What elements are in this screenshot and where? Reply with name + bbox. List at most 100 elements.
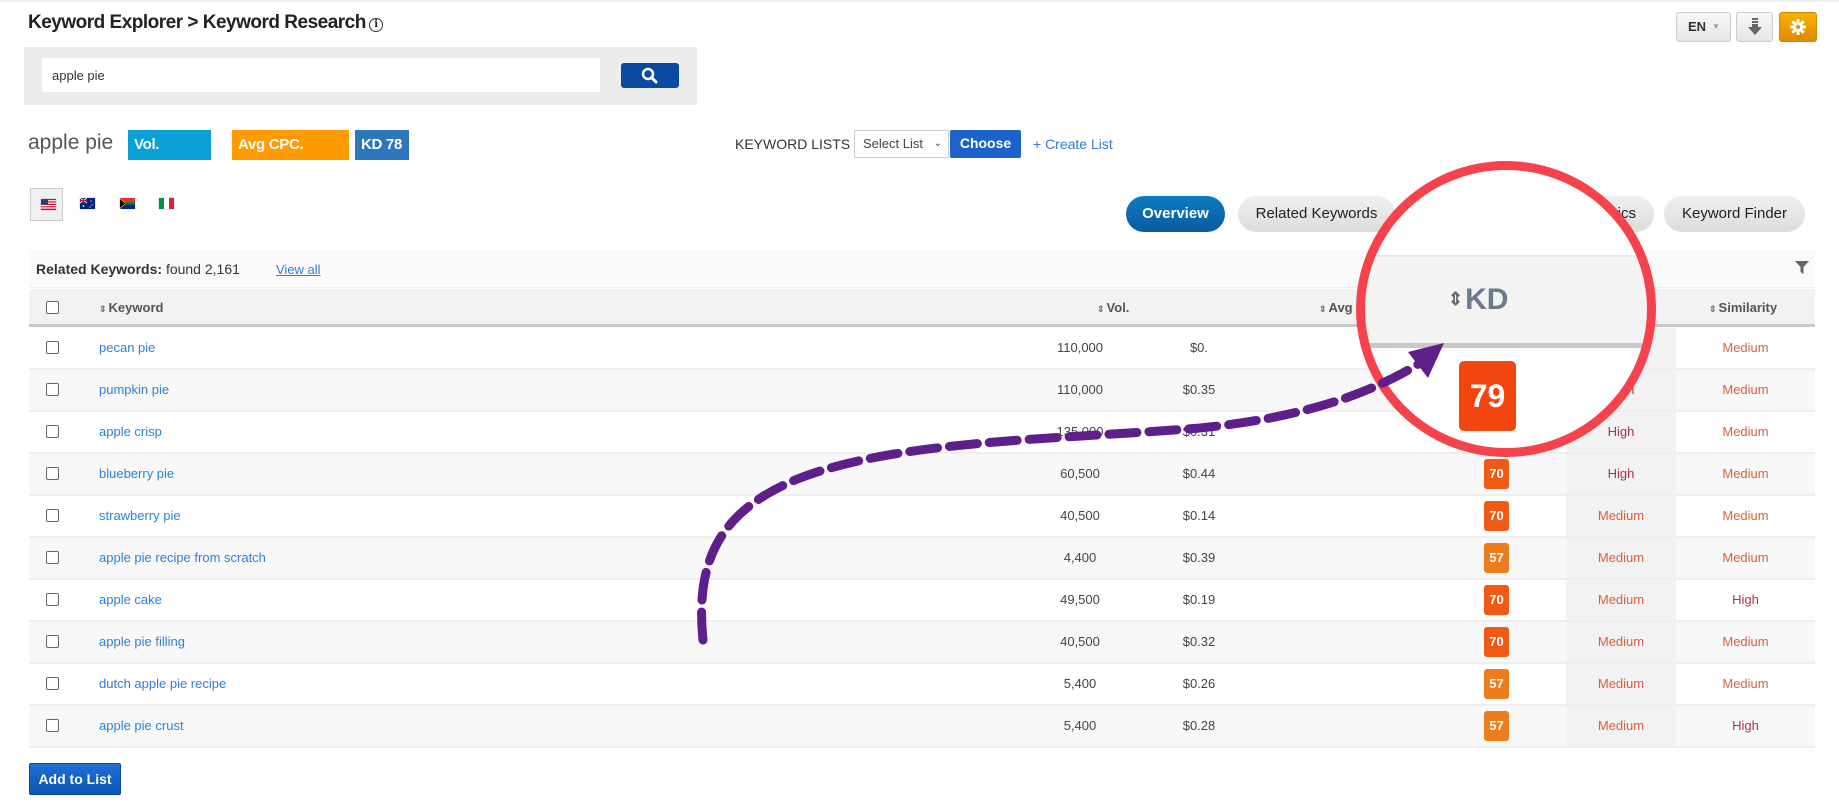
create-list-link[interactable]: + Create List xyxy=(1033,136,1113,152)
column-similarity[interactable]: ⇕ Similarity xyxy=(1709,300,1777,315)
volume-value: 4,400 xyxy=(1063,550,1097,565)
info-icon[interactable]: i xyxy=(368,18,383,32)
sort-icon: ⇕ xyxy=(99,304,107,314)
flag-za-button[interactable] xyxy=(110,188,143,221)
kd-score-badge: 70 xyxy=(1484,501,1509,531)
competition-value: Medium xyxy=(1597,676,1645,691)
kd-score-badge: 70 xyxy=(1484,585,1509,615)
volume-value: 110,000 xyxy=(1056,340,1104,355)
row-checkbox[interactable] xyxy=(46,635,59,648)
volume-value: 49,500 xyxy=(1060,592,1100,607)
competition-value: Medium xyxy=(1597,592,1645,607)
similarity-value: Medium xyxy=(1722,508,1769,523)
volume-value: 40,500 xyxy=(1060,634,1100,649)
kd-score-badge: 70 xyxy=(1484,459,1509,489)
row-checkbox[interactable] xyxy=(46,425,59,438)
keyword-link[interactable]: apple pie recipe from scratch xyxy=(99,550,266,565)
keyword-link[interactable]: pumpkin pie xyxy=(99,382,169,397)
table-row: apple pie recipe from scratch 4,400 $0.39 5… xyxy=(29,538,1815,580)
keyword-link[interactable]: apple pie crust xyxy=(99,718,184,733)
keyword-link[interactable]: dutch apple pie recipe xyxy=(99,676,226,691)
row-checkbox[interactable] xyxy=(46,551,59,564)
row-checkbox[interactable] xyxy=(46,509,59,522)
competition-value: Medium xyxy=(1597,508,1645,523)
tab-keyword-finder[interactable]: Keyword Finder xyxy=(1664,196,1805,232)
sort-icon: ⇕ xyxy=(1097,304,1105,314)
cpc-value: $0.39 xyxy=(1182,550,1216,565)
search-button[interactable] xyxy=(621,63,679,88)
volume-value: 5,400 xyxy=(1063,718,1097,733)
us-flag-icon xyxy=(41,199,56,210)
row-checkbox[interactable] xyxy=(46,467,59,480)
kd-score-badge: 57 xyxy=(1484,543,1509,573)
list-select-value: Select List xyxy=(863,136,923,151)
language-label: EN xyxy=(1688,19,1707,34)
cpc-value: $0.28 xyxy=(1182,718,1216,733)
cpc-value: $0.26 xyxy=(1182,676,1216,691)
it-flag-icon xyxy=(159,198,174,209)
download-button[interactable] xyxy=(1736,12,1773,42)
column-vol[interactable]: ⇕ Vol. xyxy=(1097,300,1129,315)
keyword-link[interactable]: pecan pie xyxy=(99,340,155,355)
add-to-list-button[interactable]: Add to List xyxy=(29,763,121,795)
select-all-checkbox[interactable] xyxy=(46,301,59,314)
volume-badge: Vol. 165,000 xyxy=(128,130,211,183)
flag-us-button[interactable] xyxy=(30,188,63,221)
column-keyword[interactable]: ⇕ Keyword xyxy=(99,300,163,315)
search-input[interactable] xyxy=(42,58,600,92)
kd-score-badge: 57 xyxy=(1484,711,1509,741)
settings-button[interactable] xyxy=(1779,12,1817,42)
volume-value: 5,400 xyxy=(1063,676,1097,691)
row-checkbox[interactable] xyxy=(46,341,59,354)
keyword-link[interactable]: blueberry pie xyxy=(99,466,174,481)
similarity-value: High xyxy=(1732,718,1759,733)
cpc-value: $0.19 xyxy=(1182,592,1216,607)
keyword-link[interactable]: apple pie filling xyxy=(99,634,185,649)
similarity-value: Medium xyxy=(1722,550,1769,565)
search-bar xyxy=(24,47,697,105)
filter-icon[interactable] xyxy=(1795,261,1809,275)
sort-icon: ⇕ xyxy=(1709,304,1717,314)
table-row: blueberry pie 60,500 $0.44 70 High Medium xyxy=(29,454,1815,496)
volume-value: 40,500 xyxy=(1060,508,1100,523)
search-icon xyxy=(641,67,658,84)
table-row: apple cake 49,500 $0.19 70 Medium High xyxy=(29,580,1815,622)
keyword-lists-label: KEYWORD LISTS xyxy=(735,136,851,152)
top-border xyxy=(0,0,1839,2)
za-flag-icon xyxy=(120,198,135,209)
download-icon xyxy=(1748,18,1762,35)
similarity-value: Medium xyxy=(1722,340,1769,355)
similarity-value: Medium xyxy=(1722,466,1769,481)
flag-au-button[interactable] xyxy=(70,188,103,221)
cpc-value: $0.35 xyxy=(1182,382,1216,397)
similarity-value: Medium xyxy=(1722,634,1769,649)
row-checkbox[interactable] xyxy=(46,677,59,690)
similarity-value: Medium xyxy=(1722,424,1769,439)
cpc-value: $0.44 xyxy=(1182,466,1216,481)
cpc-value: $0.14 xyxy=(1182,508,1216,523)
row-checkbox[interactable] xyxy=(46,383,59,396)
cpc-value: $0. xyxy=(1189,340,1209,355)
row-checkbox[interactable] xyxy=(46,719,59,732)
similarity-value: Medium xyxy=(1722,382,1769,397)
table-row: apple pie filling 40,500 $0.32 70 Medium Medi… xyxy=(29,622,1815,664)
flag-it-button[interactable] xyxy=(149,188,182,221)
kd-score-badge: 70 xyxy=(1484,627,1509,657)
breadcrumb: Keyword Explorer > Keyword Research xyxy=(28,12,366,33)
keyword-link[interactable]: apple cake xyxy=(99,592,162,607)
kd-badge: KD 78 xyxy=(355,130,409,160)
volume-value: 60,500 xyxy=(1060,466,1100,481)
choose-button[interactable]: Choose xyxy=(950,130,1021,158)
list-select[interactable]: Select List ⌄ xyxy=(854,130,949,158)
column-avg-cpc[interactable]: ⇕ Avg xyxy=(1319,300,1353,315)
similarity-value: High xyxy=(1732,592,1759,607)
table-row: apple pie crust 5,400 $0.28 57 Medium High xyxy=(29,706,1815,748)
language-dropdown[interactable]: EN ▼ xyxy=(1676,12,1731,42)
keyword-link[interactable]: strawberry pie xyxy=(99,508,181,523)
competition-value: High xyxy=(1607,466,1635,481)
competition-value: Medium xyxy=(1597,718,1645,733)
tab-overview[interactable]: Overview xyxy=(1126,196,1225,232)
view-all-link[interactable]: View all xyxy=(276,262,321,277)
row-checkbox[interactable] xyxy=(46,593,59,606)
keyword-link[interactable]: apple crisp xyxy=(99,424,162,439)
